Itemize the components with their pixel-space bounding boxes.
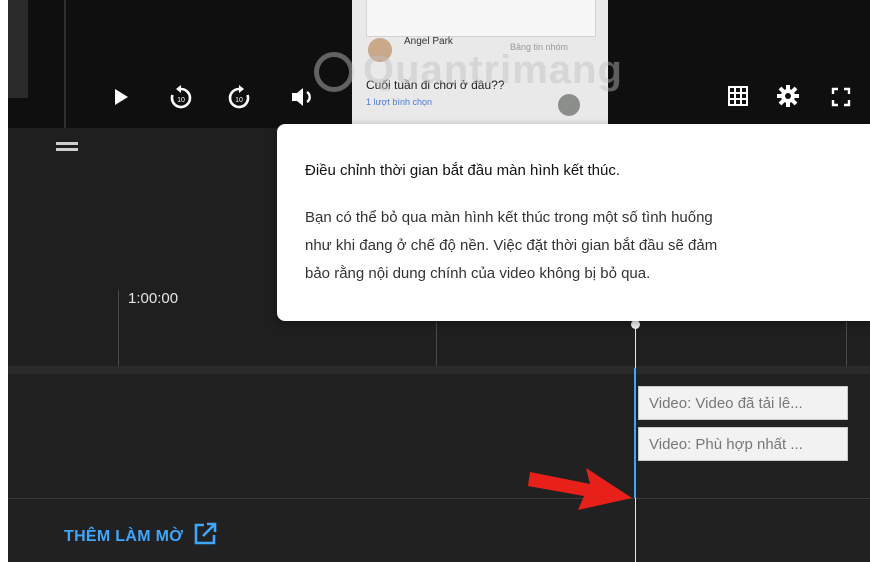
settings-gear-icon[interactable] [774,82,802,110]
volume-icon[interactable] [288,82,318,112]
timeline-time-label: 1:00:00 [128,290,179,307]
preview-card [366,0,596,37]
svg-text:10: 10 [235,97,243,104]
watermark: Quantrimang [363,48,623,92]
red-arrow-icon [528,458,636,519]
preview-author: Angel Park [404,36,453,47]
timeline-tick [846,318,847,366]
end-screen-element[interactable]: Video: Video đã tải lê... [638,386,848,420]
open-external-icon [193,522,217,551]
play-icon[interactable] [108,84,134,110]
add-blur-button[interactable]: THÊM LÀM MỜ [64,522,217,551]
timeline-tick [436,318,437,366]
avatar [558,94,580,116]
divider [64,0,66,128]
tooltip: Điều chỉnh thời gian bắt đầu màn hình kế… [277,124,870,321]
tooltip-body-line: bảo rằng nội dung chính của video không … [305,265,651,282]
preview-votes: 1 lượt bình chọn [366,97,432,107]
svg-text:10: 10 [177,97,185,104]
fullscreen-icon[interactable] [828,84,854,110]
timeline-tick [118,290,119,366]
player-left-panel [8,0,28,98]
tooltip-title: Điều chỉnh thời gian bắt đầu màn hình kế… [305,162,621,179]
end-screen-element[interactable]: Video: Phù hợp nhất ... [638,427,848,461]
playhead-handle[interactable] [631,320,640,329]
timeline-separator [8,366,870,374]
tooltip-body-line: Bạn có thể bỏ qua màn hình kết thúc tron… [305,209,713,226]
watermark-logo-icon [314,52,354,92]
rewind-10-icon[interactable]: 10 [166,82,196,112]
drag-handle-icon[interactable] [56,142,78,152]
tooltip-body: Bạn có thể bỏ qua màn hình kết thúc tron… [305,204,850,288]
tooltip-body-line: như khi đang ở chế độ nền. Việc đặt thời… [305,237,718,254]
grid-icon[interactable] [724,82,752,110]
video-player: 10 10 Angel Park Bảng tin nhóm Cuối tuần… [8,0,870,128]
forward-10-icon[interactable]: 10 [224,82,254,112]
lane-divider [8,498,870,499]
add-blur-label: THÊM LÀM MỜ [64,527,184,545]
